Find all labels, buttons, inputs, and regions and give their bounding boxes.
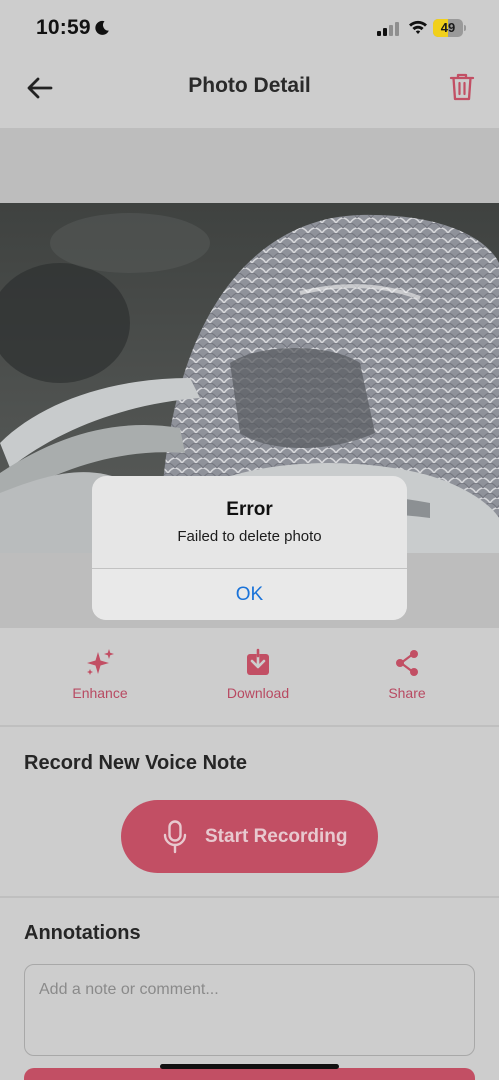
share-icon [396, 650, 418, 676]
trash-icon[interactable] [449, 72, 475, 102]
download-button[interactable]: Download [198, 648, 318, 708]
share-label: Share [388, 685, 426, 701]
save-note-button[interactable] [24, 1068, 475, 1080]
voice-note-title: Record New Voice Note [24, 752, 248, 774]
status-time: 10:59 [36, 16, 91, 39]
battery-icon: 49 [433, 19, 467, 37]
divider [0, 896, 499, 898]
enhance-label: Enhance [72, 685, 128, 701]
error-alert: Error Failed to delete photo OK [92, 476, 407, 620]
start-recording-label: Start Recording [205, 826, 348, 847]
moon-icon [95, 20, 109, 35]
start-recording-button[interactable]: Start Recording [121, 800, 378, 873]
download-label: Download [226, 685, 290, 701]
page-title: Photo Detail [188, 74, 311, 97]
alert-title: Error [226, 499, 273, 520]
microphone-icon [163, 820, 187, 854]
photo-actions: Enhance Download Share [0, 628, 499, 726]
header: Photo Detail [0, 58, 499, 128]
annotations-title: Annotations [24, 922, 141, 944]
battery-level: 49 [440, 20, 456, 35]
download-icon [247, 648, 269, 675]
share-button[interactable]: Share [347, 648, 467, 708]
alert-message: Failed to delete photo [177, 528, 322, 545]
status-bar: 10:59 49 [0, 0, 499, 58]
wifi-icon [409, 20, 427, 34]
note-input[interactable] [24, 964, 475, 1056]
divider [0, 725, 499, 727]
alert-ok-button[interactable]: OK [92, 569, 407, 620]
sparkles-icon [87, 649, 114, 675]
cellular-signal-icon [377, 22, 399, 36]
enhance-button[interactable]: Enhance [40, 648, 160, 708]
home-indicator [160, 1064, 339, 1069]
